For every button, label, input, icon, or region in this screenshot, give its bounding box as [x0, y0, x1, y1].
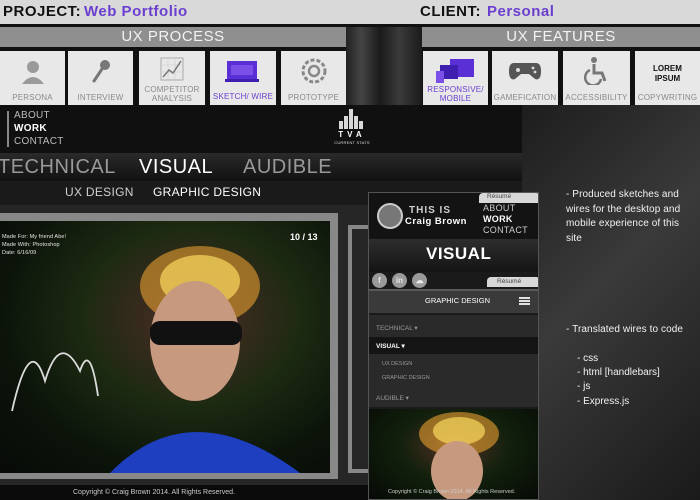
nav-about[interactable]: ABOUT	[14, 110, 50, 121]
nav-divider	[7, 111, 9, 147]
logo-text: TVA	[338, 130, 366, 139]
facebook-icon[interactable]: f	[372, 273, 387, 288]
mobile-title: VISUAL	[426, 244, 492, 263]
devices-icon	[423, 57, 488, 85]
subtab-graphic-design[interactable]: GRAPHIC DESIGN	[153, 185, 261, 199]
bars-icon	[339, 109, 365, 129]
tile-label: PERSONA	[12, 93, 53, 102]
mobile-nav-work[interactable]: WORK	[483, 214, 513, 224]
brand-eye-icon	[377, 203, 403, 229]
resume-label: Résumé	[487, 193, 512, 200]
mobile-site-screenshot: THIS IS Craig Brown Résumé ABOUT WORK CO…	[368, 192, 539, 500]
code-item-css: - css	[577, 353, 599, 364]
flaming-portrait-thumbnail	[419, 412, 499, 499]
tile-label: ACCESSIBILITY	[565, 93, 628, 102]
menu-audible[interactable]: AUDIBLE ▾	[376, 394, 409, 402]
tile-label: COPYWRITING	[637, 93, 698, 102]
ipsum-text: IPSUM	[654, 74, 681, 83]
code-item-express: - Express.js	[577, 396, 630, 407]
code-item-html: - html [handlebars]	[577, 367, 660, 378]
nav-contact[interactable]: CONTACT	[14, 136, 64, 147]
logo-subtitle: CURRENT STATS	[334, 140, 370, 145]
image-counter: 10 / 13	[290, 232, 318, 242]
project-header: PROJECT: Web Portfolio CLIENT: Personal	[0, 0, 700, 24]
menu-visual[interactable]: VISUAL ▾	[376, 342, 405, 350]
menu-graphic-design[interactable]: GRAPHIC DESIGN	[382, 375, 430, 381]
analysis-chart-icon	[139, 55, 205, 83]
brand-line1: THIS IS	[409, 205, 452, 216]
portfolio-photo[interactable]	[0, 221, 330, 473]
tile-label: PROTOTYPE	[288, 93, 339, 102]
wheelchair-icon	[563, 57, 630, 85]
subtab-ux-design[interactable]: UX DESIGN	[65, 185, 134, 199]
header-texture-strip	[346, 27, 422, 105]
tile-label: GAMEFICATION	[493, 93, 557, 102]
resume-label-2: Résumé	[497, 278, 522, 285]
tile-sketch-wire[interactable]: SKETCH/ WIRE	[210, 51, 276, 105]
site-nav	[0, 105, 522, 153]
brand-line2: Craig Brown	[405, 216, 467, 227]
microphone-icon	[68, 57, 133, 85]
tile-label: SKETCH/ WIRE	[212, 92, 274, 101]
project-value: Web Portfolio	[84, 3, 188, 20]
ux-process-title: UX PROCESS	[0, 27, 346, 47]
tile-interview[interactable]: INTERVIEW	[68, 51, 133, 105]
client-label: CLIENT:	[420, 3, 481, 20]
gamepad-icon	[492, 57, 558, 85]
menu-technical[interactable]: TECHNICAL ▾	[376, 324, 418, 332]
tab-technical[interactable]: TECHNICAL	[0, 156, 116, 179]
hamburger-menu-icon[interactable]	[519, 297, 530, 305]
flaming-portrait-illustration	[11, 246, 300, 473]
tile-label: RESPONSIVE/ MOBILE	[427, 85, 484, 103]
mobile-photo[interactable]	[369, 409, 538, 499]
tab-audible[interactable]: AUDIBLE	[243, 156, 332, 179]
tile-copywriting[interactable]: LOREM IPSUM COPYWRITING	[635, 51, 700, 105]
person-icon	[0, 57, 65, 85]
tile-gamefication[interactable]: GAMEFICATION	[492, 51, 558, 105]
tile-label: INTERVIEW	[77, 93, 124, 102]
ux-features-title: UX FEATURES	[422, 27, 700, 47]
project-label: PROJECT:	[3, 3, 82, 20]
menu-ux-design[interactable]: UX DESIGN	[382, 361, 412, 367]
note-code: - Translated wires to code	[566, 324, 684, 335]
linkedin-icon[interactable]: in	[392, 273, 407, 288]
next-photo-frame[interactable]	[348, 225, 368, 473]
copyright: Copyright © Craig Brown 2014. All Rights…	[73, 489, 235, 496]
meta-made-for: Made For: My friend Abe!	[2, 234, 67, 240]
section-title: GRAPHIC DESIGN	[425, 296, 491, 305]
tile-persona[interactable]: PERSONA	[0, 51, 65, 105]
meta-date: Date: 6/16/09	[2, 250, 37, 256]
code-item-js: - js	[577, 381, 591, 392]
tile-prototype[interactable]: PROTOTYPE	[281, 51, 346, 105]
nav-work[interactable]: WORK	[14, 123, 47, 134]
meta-made-with: Made With: Photoshop	[2, 242, 60, 248]
sketch-wire-icon	[210, 57, 276, 85]
tile-competitor-analysis[interactable]: COMPETITOR ANALYSIS	[139, 51, 205, 105]
lorem-ipsum-icon: LOREM IPSUM	[635, 63, 700, 85]
mobile-copyright: Copyright © Craig Brown 2014. All Rights…	[388, 489, 516, 495]
tile-accessibility[interactable]: ACCESSIBILITY	[563, 51, 630, 105]
mobile-nav-contact[interactable]: CONTACT	[483, 225, 528, 235]
tva-logo[interactable]: TVA CURRENT STATS	[330, 109, 374, 149]
tile-responsive-mobile[interactable]: RESPONSIVE/ MOBILE	[423, 51, 488, 105]
tab-visual[interactable]: VISUAL	[139, 156, 213, 179]
notes-panel	[522, 105, 700, 500]
soundcloud-icon[interactable]: ☁	[412, 273, 427, 288]
tile-label: COMPETITOR ANALYSIS	[144, 85, 200, 103]
note-sketches: - Produced sketches and wires for the de…	[566, 189, 681, 244]
lorem-text: LOREM	[653, 64, 682, 73]
mobile-nav-about[interactable]: ABOUT	[483, 203, 516, 213]
gears-icon	[281, 57, 346, 85]
client-value: Personal	[487, 3, 555, 20]
